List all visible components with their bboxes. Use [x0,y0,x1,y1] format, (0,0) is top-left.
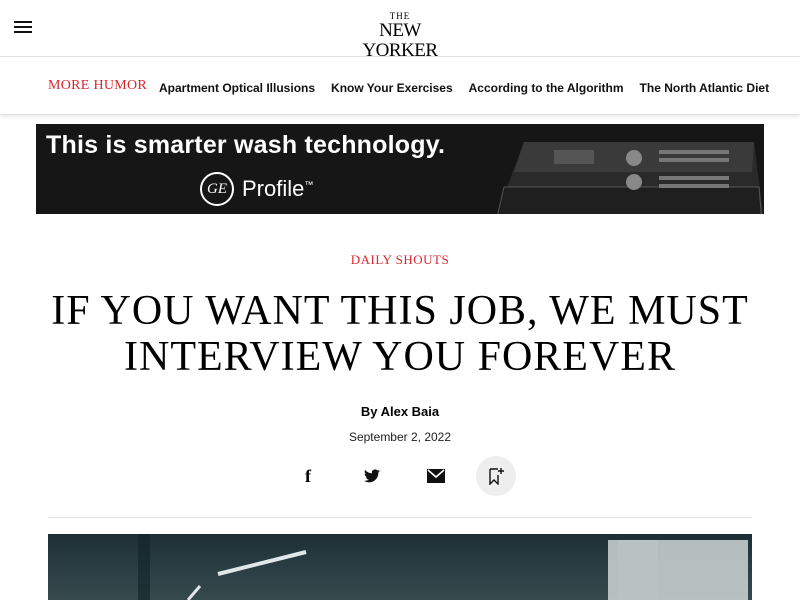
ad-brand-name: Profile™ [242,176,313,202]
subnav-link-apartment-optical-illusions[interactable]: Apartment Optical Illusions [159,81,315,95]
site-logo[interactable]: THE NEW YORKER [340,12,460,61]
twitter-share-button[interactable] [352,456,392,496]
article-rubric[interactable]: DAILY SHOUTS [0,252,800,268]
author-link[interactable]: Alex Baia [381,404,440,419]
hero-image [48,534,752,600]
logo-wordmark: NEW YORKER [362,20,438,61]
subnav-link-know-your-exercises[interactable]: Know Your Exercises [331,81,453,95]
humor-subnav: MORE HUMOR Apartment Optical Illusions K… [0,57,800,115]
email-share-button[interactable] [416,456,456,496]
share-bar: f [288,456,520,498]
hero-image-art [138,534,748,600]
article-headline: IF YOU WANT THIS JOB, WE MUST INTERVIEW … [51,288,749,380]
email-icon [427,469,445,483]
ad-brand-tm: ™ [304,179,314,190]
subnav-title[interactable]: MORE HUMOR [48,78,147,94]
hamburger-line [14,26,32,28]
publish-date: September 2, 2022 [348,430,452,444]
site-header: THE NEW YORKER [0,0,800,61]
subnav-link-north-atlantic-diet[interactable]: The North Atlantic Diet [640,81,770,95]
menu-button[interactable] [14,18,36,38]
twitter-icon [364,469,380,483]
washer-image [497,142,763,214]
subnav-link-according-to-the-algorithm[interactable]: According to the Algorithm [469,81,624,95]
hamburger-line [14,31,32,33]
ad-brand: GE Profile™ [200,172,313,206]
ge-logo-icon: GE [200,172,234,206]
facebook-share-button[interactable]: f [288,456,328,496]
advertisement-banner[interactable]: This is smarter wash technology. GE Prof… [36,124,764,214]
byline-prefix: By [360,404,381,419]
bookmark-icon [489,468,504,485]
ad-headline: This is smarter wash technology. [46,131,446,159]
facebook-icon: f [305,465,311,486]
subnav-links: Apartment Optical Illusions Know Your Ex… [159,81,785,95]
content-divider [48,517,752,518]
ad-brand-text: Profile [242,176,305,201]
save-button[interactable] [476,456,516,496]
byline: By Alex Baia [0,404,800,419]
hamburger-icon [14,21,32,23]
